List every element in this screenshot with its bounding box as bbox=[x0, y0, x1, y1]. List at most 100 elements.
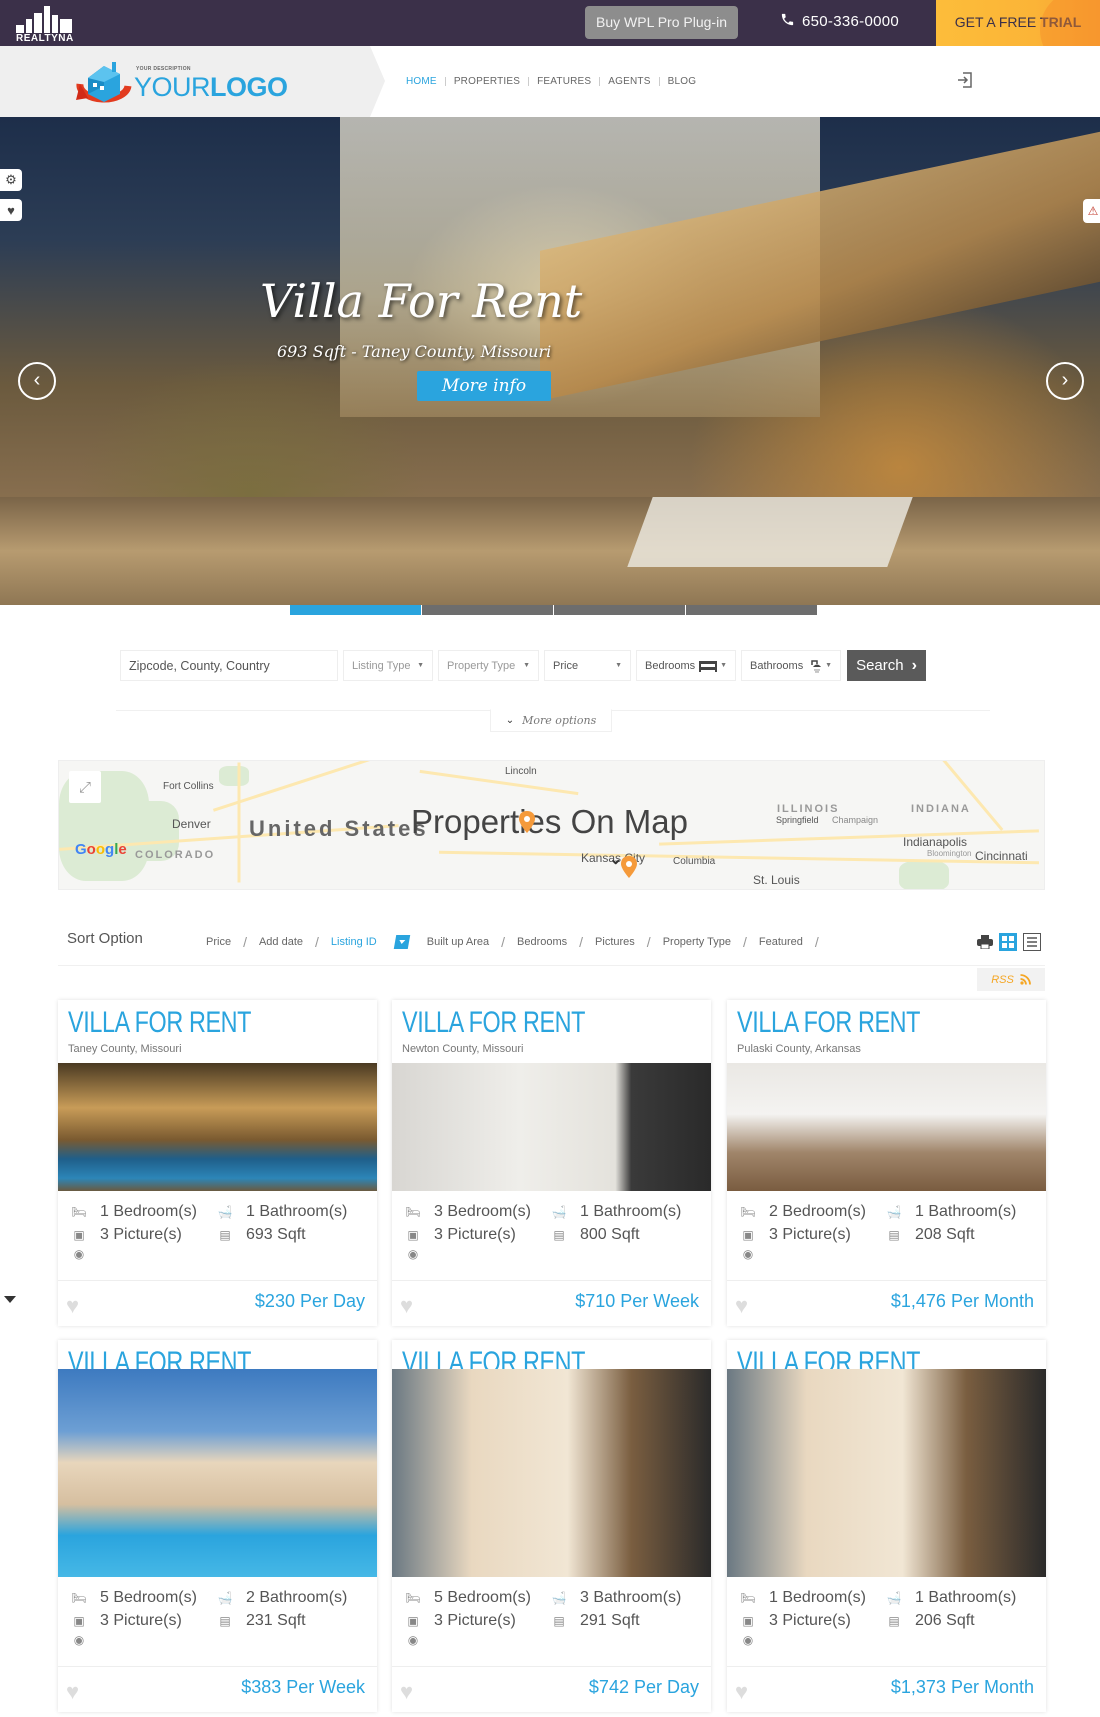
nav-agents[interactable]: AGENTS bbox=[600, 76, 658, 87]
property-type-select[interactable]: Property Type ▼ bbox=[438, 650, 539, 681]
realtyna-logo[interactable]: REALTYNA bbox=[16, 3, 80, 44]
bedrooms-value: 1 Bedroom(s) bbox=[100, 1203, 197, 1220]
map-marker-icon[interactable] bbox=[519, 811, 535, 833]
listing-image[interactable] bbox=[58, 1063, 377, 1191]
listing-type-select[interactable]: Listing Type ▼ bbox=[343, 650, 433, 681]
favorite-heart-icon[interactable]: ♥ bbox=[66, 1679, 79, 1705]
map-marker-icon[interactable] bbox=[621, 856, 637, 878]
warning-tab[interactable]: ⚠ bbox=[1083, 199, 1100, 223]
rss-label: RSS bbox=[991, 973, 1014, 986]
slide-indicator-2[interactable] bbox=[422, 605, 553, 615]
sort-pictures[interactable]: Pictures bbox=[587, 936, 643, 948]
listing-card[interactable]: VILLA FOR RENT Pulaski County, Arkansas 🛏 2… bbox=[727, 1000, 1046, 1326]
area-spec: ▤ 693 Sqft bbox=[216, 1226, 305, 1244]
favorite-heart-icon[interactable]: ♥ bbox=[66, 1293, 79, 1319]
fullscreen-button[interactable]: ⤢ bbox=[69, 771, 101, 803]
logo-text-bold: LOGO bbox=[210, 72, 288, 102]
search-button[interactable]: Search › bbox=[847, 650, 926, 681]
floorplan-icon: ▤ bbox=[888, 1228, 900, 1242]
free-trial-button[interactable]: GET A FREE TRIAL bbox=[936, 0, 1100, 46]
login-icon[interactable] bbox=[956, 71, 974, 89]
listing-image[interactable] bbox=[392, 1063, 711, 1191]
sort-featured[interactable]: Featured bbox=[751, 936, 811, 948]
favorites-tab[interactable]: ♥ bbox=[0, 199, 22, 221]
listing-image[interactable] bbox=[58, 1369, 377, 1577]
eye-icon: ◉ bbox=[73, 1633, 85, 1647]
nav-blog[interactable]: BLOG bbox=[660, 76, 705, 87]
listing-card[interactable]: VILLA FOR RENT Taney County, Missouri 🛏 1 B… bbox=[58, 1000, 377, 1326]
view-toggles bbox=[977, 933, 1041, 951]
sort-bedrooms[interactable]: Bedrooms bbox=[509, 936, 575, 948]
sort-add-date[interactable]: Add date bbox=[251, 936, 311, 948]
sort-property-type[interactable]: Property Type bbox=[655, 936, 739, 948]
bathrooms-select[interactable]: Bathrooms ▼ bbox=[741, 650, 841, 681]
grid-view-icon[interactable] bbox=[999, 933, 1017, 951]
sort-direction-icon[interactable] bbox=[393, 935, 410, 949]
price-select[interactable]: Price ▼ bbox=[544, 650, 631, 681]
more-options-label: More options bbox=[522, 714, 597, 727]
listing-image[interactable] bbox=[727, 1369, 1046, 1577]
phone-link[interactable]: 650-336-0000 bbox=[780, 12, 899, 31]
listing-price: $230 Per Day bbox=[254, 1291, 365, 1311]
bedrooms-spec: 🛏 3 Bedroom(s) bbox=[404, 1203, 531, 1221]
sort-built-up-area[interactable]: Built up Area bbox=[419, 936, 497, 948]
listing-image[interactable] bbox=[727, 1063, 1046, 1191]
next-slide-button[interactable]: › bbox=[1046, 362, 1084, 400]
bathrooms-spec: 🛁 2 Bathroom(s) bbox=[216, 1589, 348, 1607]
sort-listing-id[interactable]: Listing ID bbox=[323, 936, 385, 948]
favorite-heart-icon[interactable]: ♥ bbox=[735, 1293, 748, 1319]
properties-map[interactable]: ⤢ Fort Collins Denver Lincoln Kansas Cit… bbox=[58, 760, 1045, 890]
settings-tab[interactable]: ⚙ bbox=[0, 169, 22, 191]
view-spec[interactable]: ◉ bbox=[739, 1633, 757, 1647]
nav-features[interactable]: FEATURES bbox=[529, 76, 599, 87]
view-spec[interactable]: ◉ bbox=[739, 1247, 757, 1261]
view-spec[interactable]: ◉ bbox=[70, 1633, 88, 1647]
bathrooms-value: 1 Bathroom(s) bbox=[580, 1203, 682, 1220]
caret-down-icon[interactable] bbox=[4, 1296, 16, 1303]
view-spec[interactable]: ◉ bbox=[70, 1247, 88, 1261]
area-value: 291 Sqft bbox=[580, 1612, 640, 1629]
listing-card[interactable]: VILLA FOR RENT 🛏 5 Bedroom(s) 🛁 2 Bathroom(s… bbox=[58, 1340, 377, 1712]
listing-title[interactable]: VILLA FOR RENT bbox=[737, 1006, 920, 1040]
map-place: Bloomington bbox=[927, 849, 972, 858]
phone-icon bbox=[780, 12, 795, 31]
listing-price: $710 Per Week bbox=[575, 1291, 699, 1311]
listing-image[interactable] bbox=[392, 1369, 711, 1577]
prev-slide-button[interactable]: ‹ bbox=[18, 362, 56, 400]
listing-price: $383 Per Week bbox=[241, 1677, 365, 1697]
listing-card[interactable]: VILLA FOR RENT Newton County, Missouri 🛏 3 … bbox=[392, 1000, 711, 1326]
nav-home[interactable]: HOME bbox=[398, 76, 445, 87]
phone-number: 650-336-0000 bbox=[802, 13, 900, 30]
bedrooms-value: 1 Bedroom(s) bbox=[769, 1589, 866, 1606]
listing-card[interactable]: VILLA FOR RENT 🛏 1 Bedroom(s) 🛁 1 Bathroom(s… bbox=[727, 1340, 1046, 1712]
logo-area[interactable]: YOUR DESCRIPTION YOURLOGO bbox=[0, 46, 385, 117]
listing-title[interactable]: VILLA FOR RENT bbox=[68, 1006, 251, 1040]
sort-price[interactable]: Price bbox=[198, 936, 239, 948]
listing-card[interactable]: VILLA FOR RENT 🛏 5 Bedroom(s) 🛁 3 Bathroom(s… bbox=[392, 1340, 711, 1712]
buy-plugin-button[interactable]: Buy WPL Pro Plug-in bbox=[585, 6, 738, 39]
listing-title[interactable]: VILLA FOR RENT bbox=[402, 1006, 585, 1040]
nav-properties[interactable]: PROPERTIES bbox=[446, 76, 528, 87]
location-input[interactable]: Zipcode, County, Country bbox=[120, 650, 338, 681]
rss-link[interactable]: RSS bbox=[977, 968, 1045, 991]
favorite-heart-icon[interactable]: ♥ bbox=[400, 1679, 413, 1705]
view-spec[interactable]: ◉ bbox=[404, 1633, 422, 1647]
slide-indicator-1[interactable] bbox=[290, 605, 421, 615]
more-info-button[interactable]: More info bbox=[417, 371, 551, 401]
trial-bold: TRIAL bbox=[1040, 14, 1082, 30]
sort-separator: / bbox=[501, 934, 506, 950]
area-spec: ▤ 291 Sqft bbox=[550, 1612, 640, 1630]
print-icon[interactable] bbox=[977, 935, 993, 949]
favorite-heart-icon[interactable]: ♥ bbox=[400, 1293, 413, 1319]
slide-indicator-4[interactable] bbox=[686, 605, 817, 615]
chevron-down-icon[interactable]: ⌄ bbox=[609, 849, 622, 869]
search-bar: Zipcode, County, Country Listing Type ▼ P… bbox=[120, 650, 926, 681]
view-spec[interactable]: ◉ bbox=[404, 1247, 422, 1261]
bedrooms-select[interactable]: Bedrooms ▼ bbox=[636, 650, 736, 681]
slide-indicator-3[interactable] bbox=[554, 605, 685, 615]
more-options-toggle[interactable]: ⌄ More options bbox=[490, 709, 612, 732]
favorite-heart-icon[interactable]: ♥ bbox=[735, 1679, 748, 1705]
list-view-icon[interactable] bbox=[1023, 933, 1041, 951]
pictures-value: 3 Picture(s) bbox=[434, 1612, 516, 1629]
bed-icon: 🛏 bbox=[405, 1591, 421, 1605]
